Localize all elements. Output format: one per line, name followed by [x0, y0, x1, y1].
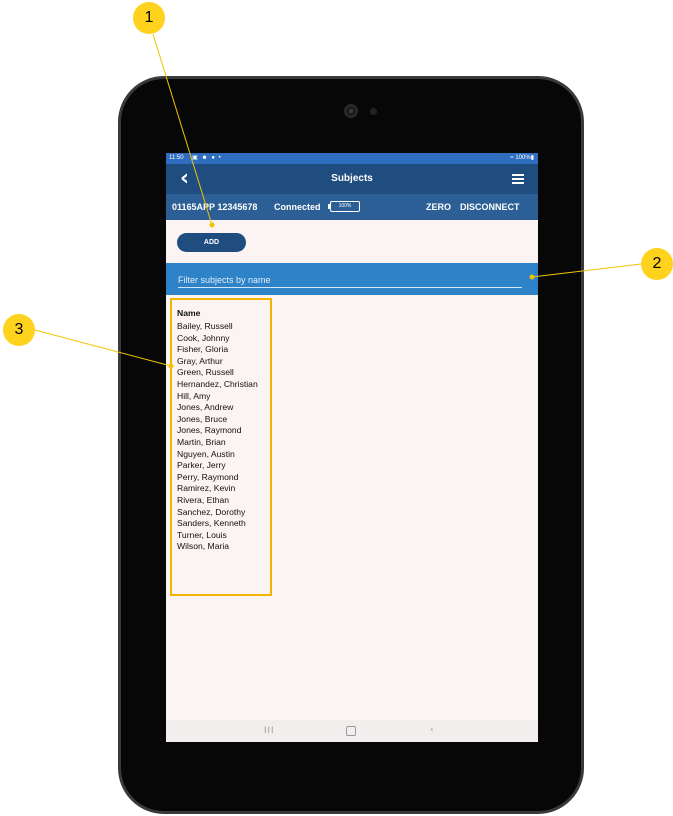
callout-2-anchor	[529, 274, 535, 280]
callout-1-leader	[152, 33, 213, 226]
callout-3-leader	[34, 329, 172, 367]
callout-3-badge: 3	[3, 314, 35, 346]
callout-2-leader	[531, 263, 642, 278]
callout-3-anchor	[168, 363, 174, 369]
callout-2-badge: 2	[641, 248, 673, 280]
callout-leader-lines	[34, 33, 642, 369]
callout-1-anchor	[209, 222, 215, 228]
callout-1-badge: 1	[133, 2, 165, 34]
